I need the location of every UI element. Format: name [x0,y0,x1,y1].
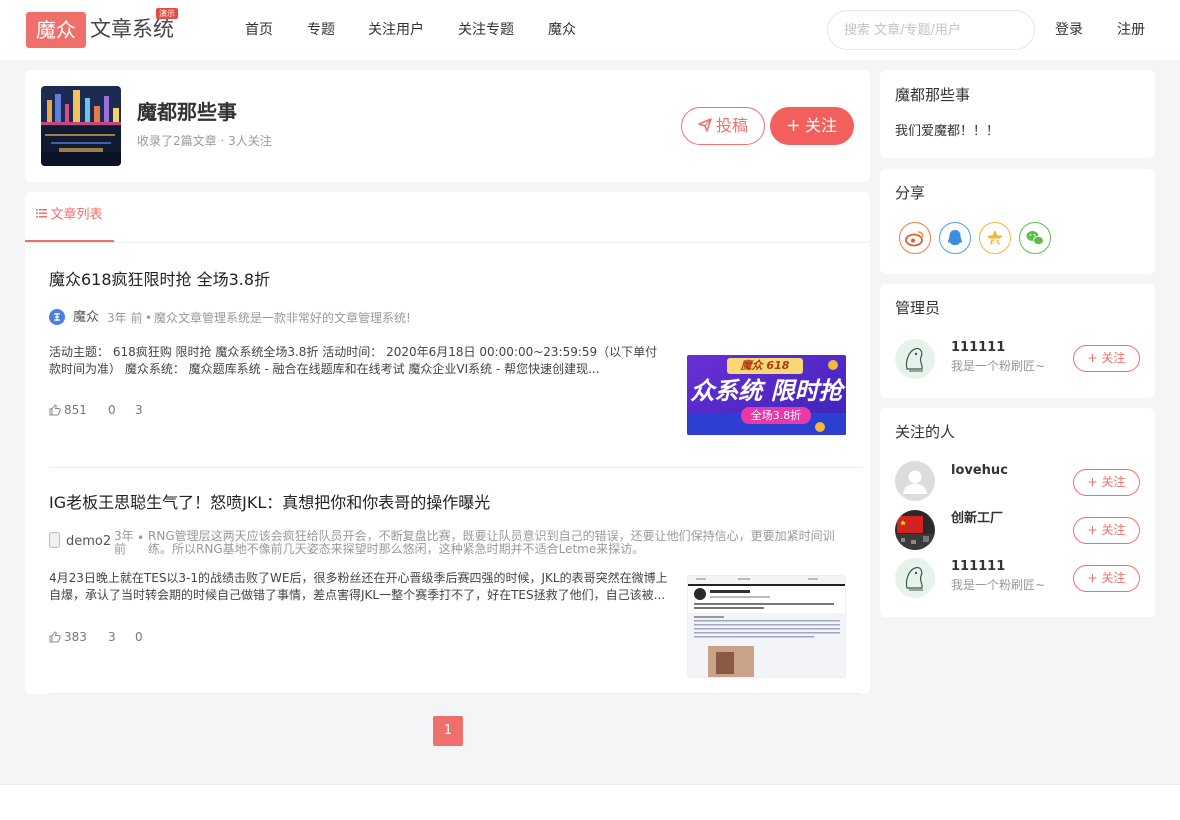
thumb-up-icon [49,631,61,647]
share-title: 分享 [895,184,926,202]
admin-card: 管理员 111111 我是一个粉刷匠~ + 关注 [880,284,1155,398]
topic-info-description: 我们爱魔都！！！ [895,124,1000,139]
admin-bio: 我是一个粉刷匠~ [951,359,1046,373]
register-link[interactable]: 注册 [1117,20,1145,40]
avatar[interactable] [895,461,935,501]
follow-label: 关注 [804,116,837,135]
topic-header-card: 魔都那些事 收录了2篇文章 · 3人关注 投稿 关注 [25,70,870,182]
article-divider [49,467,862,468]
submit-label: 投稿 [715,116,748,135]
follower-bio: 我是一个粉刷匠~ [951,578,1046,592]
like-value: 851 [64,403,87,417]
admin-name[interactable]: 111111 [951,339,1005,357]
nav-home[interactable]: 首页 [245,20,273,40]
thumb-up-icon [49,404,61,420]
follower-name[interactable]: 创新工厂 [951,510,1003,528]
avatar[interactable] [895,339,935,379]
plus-icon: + [1087,475,1102,489]
top-header: 魔众 文章系统 演示 首页 专题 关注用户 关注专题 魔众 登录 注册 [0,0,1180,60]
follow-label: 关注 [1101,475,1126,489]
logo-mark[interactable]: 魔众 [26,12,86,48]
article-thumbnail[interactable] [687,575,846,678]
footer [0,784,1180,820]
article-summary: 魔众文章管理系统是一款非常好的文章管理系统! [154,311,411,325]
qzone-icon[interactable] [979,222,1011,254]
article-time: 3年 前 [114,529,134,556]
followers-card: 关注的人 lovehuc + 关注 创新工厂 + 关注 111111 我是一个粉… [880,408,1155,617]
paper-plane-icon [698,109,712,145]
avatar[interactable] [895,510,935,550]
like-count[interactable]: 851 [49,402,87,420]
nav-followed-topics[interactable]: 关注专题 [458,20,514,40]
share-card: 分享 [880,169,1155,274]
follow-topic-button[interactable]: 关注 [770,107,854,145]
nav-followed-users[interactable]: 关注用户 [368,20,424,40]
followers-title: 关注的人 [895,423,956,441]
article-thumbnail[interactable]: 魔众 618 众系统 限时抢 全场3.8折 [687,355,846,435]
follow-label: 关注 [1101,523,1126,537]
pagination-current-page[interactable]: 1 [433,716,463,746]
qq-icon[interactable] [939,222,971,254]
article-time: 3年 前 [107,311,143,325]
view-count: 3 [135,403,143,417]
demo-badge: 演示 [156,8,178,19]
admin-title: 管理员 [895,299,941,317]
topic-title: 魔都那些事 [137,100,237,124]
thumb-sub-text: 全场3.8折 [750,409,802,422]
list-icon [36,192,48,238]
tab-label: 文章列表 [50,207,103,223]
follower-name[interactable]: 111111 [951,558,1005,576]
wechat-icon[interactable] [1019,222,1051,254]
search-input[interactable] [844,11,1024,49]
article-author[interactable]: demo2 [66,534,111,550]
follow-label: 关注 [1101,351,1126,365]
follow-label: 关注 [1101,571,1126,585]
follow-user-button[interactable]: + 关注 [1073,517,1140,544]
login-link[interactable]: 登录 [1055,20,1083,40]
plus-icon [787,108,800,146]
article-excerpt: 4月23日晚上就在TES以3-1的战绩击败了WE后，很多粉丝还在开心晋级季后赛四… [49,571,668,602]
plus-icon: + [1087,351,1102,365]
article-list-card: 文章列表 魔众618疯狂限时抢 全场3.8折 魔众 3年 前 • 魔众文章管理系… [25,192,870,694]
topic-info-title: 魔都那些事 [895,86,971,104]
weibo-icon[interactable] [899,222,931,254]
article-title[interactable]: IG老板王思聪生气了！怒喷JKL：真想把你和你表哥的操作曝光 [49,491,490,515]
comment-count: 0 [108,403,116,417]
like-count[interactable]: 383 [49,629,87,647]
article-author[interactable]: 魔众 [73,310,99,326]
plus-icon: + [1087,571,1102,585]
nav-mozhong[interactable]: 魔众 [548,20,576,40]
tab-article-list[interactable]: 文章列表 [25,192,114,242]
article-summary: RNG管理层这两天应该会疯狂给队员开会，不断复盘比赛，既要让队员意识到自己的错误… [148,529,835,556]
article-excerpt: 活动主题： 618疯狂购 限时抢 魔众系统全场3.8折 活动时间： 2020年6… [49,345,658,376]
topic-cover-image [41,86,121,166]
dot-separator: • [137,531,145,545]
article-title[interactable]: 魔众618疯狂限时抢 全场3.8折 [49,268,270,292]
topic-meta: 收录了2篇文章 · 3人关注 [137,134,272,148]
nav-topics[interactable]: 专题 [307,20,335,40]
plus-icon: + [1087,523,1102,537]
topic-info-card: 魔都那些事 我们爱魔都！！！ [880,70,1155,158]
view-count: 0 [135,630,143,644]
tab-divider [25,242,870,243]
avatar[interactable] [895,558,935,598]
comment-count: 3 [108,630,116,644]
follower-name[interactable]: lovehuc [951,462,1008,480]
thumb-big-text: 众系统 限时抢 [690,377,843,405]
dot-separator: • [145,311,153,325]
like-value: 383 [64,630,87,644]
thumb-title: 魔众 618 [740,359,790,372]
avatar[interactable] [49,532,60,548]
avatar[interactable] [49,309,65,325]
submit-article-button[interactable]: 投稿 [681,107,765,145]
follow-user-button[interactable]: + 关注 [1073,469,1140,496]
article-divider [49,693,862,694]
search-box [827,10,1035,50]
follow-user-button[interactable]: + 关注 [1073,565,1140,592]
follow-user-button[interactable]: + 关注 [1073,345,1140,372]
